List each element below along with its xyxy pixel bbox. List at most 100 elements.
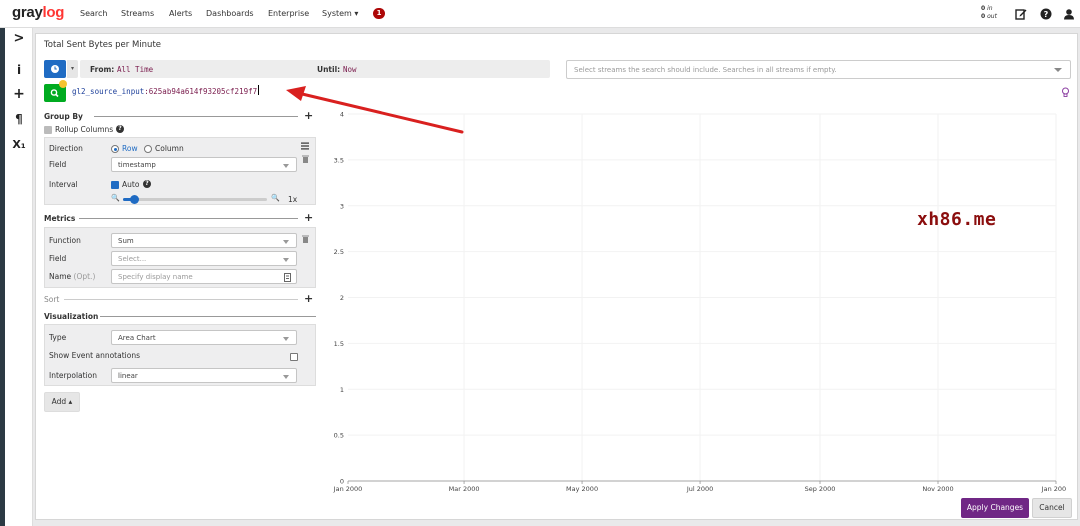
add-metric-button[interactable]: + [304, 212, 313, 223]
interpolation-value: linear [118, 372, 138, 380]
query-input[interactable]: gl2_source_input:625ab94a614f93205cf219f… [70, 82, 530, 98]
group-field-label: Field [49, 160, 67, 169]
y-tick-label: 1 [340, 386, 344, 394]
chevron-down-icon [283, 258, 289, 262]
paragraph-icon[interactable]: ¶ [5, 112, 33, 126]
metrics-heading: Metrics [44, 214, 76, 223]
throughput-out-unit: out [987, 13, 997, 20]
interval-auto-checkbox[interactable] [111, 181, 119, 189]
watermark-text: xh86.me [917, 209, 997, 230]
visualization-type-select[interactable]: Area Chart [111, 330, 297, 345]
y-tick-label: 2 [340, 294, 344, 302]
x-tick-label: Mar 2000 [449, 485, 480, 493]
until-label: Until: [317, 65, 341, 74]
input-icon [284, 273, 291, 282]
divider [94, 116, 298, 117]
divider [64, 299, 298, 300]
interpolation-select[interactable]: linear [111, 368, 297, 383]
widget-editor: Total Sent Bytes per Minute ▾ From: All … [35, 33, 1078, 520]
subscript-icon[interactable]: X₁ [5, 138, 33, 151]
from-value: All Time [117, 65, 154, 74]
x-tick-label: Nov 2000 [922, 485, 953, 493]
plus-icon[interactable]: + [5, 86, 33, 102]
time-range-display[interactable]: From: All Time Until: Now [80, 60, 550, 78]
add-group-by-button[interactable]: + [304, 110, 313, 121]
y-tick-label: 1.5 [334, 340, 344, 348]
nav-alerts[interactable]: Alerts [169, 9, 192, 18]
drag-handle-icon[interactable] [301, 142, 309, 150]
metric-field-placeholder: Select... [118, 255, 147, 263]
type-label: Type [49, 333, 67, 342]
chevron-down-icon [283, 375, 289, 379]
group-field-select[interactable]: timestamp [111, 157, 297, 172]
left-sidebar: > i + ¶ X₁ [5, 28, 33, 526]
apply-changes-button[interactable]: Apply Changes [961, 498, 1029, 518]
lightbulb-icon[interactable] [1061, 87, 1070, 98]
help-icon[interactable]: ? [143, 180, 151, 188]
throughput-in-unit: in [987, 5, 993, 12]
interval-slider-thumb[interactable] [130, 195, 140, 204]
query-key: gl2_source_input [72, 87, 145, 96]
x-tick-label: Sep 2000 [805, 485, 836, 493]
y-tick-label: 3 [340, 202, 344, 210]
nav-search[interactable]: Search [80, 9, 107, 18]
notification-badge[interactable]: 1 [373, 8, 385, 19]
from-label: From: [90, 65, 115, 74]
zoom-out-icon[interactable]: 🔍 [111, 194, 120, 202]
event-annotations-label: Show Event annotations [49, 351, 140, 360]
y-tick-label: 4 [340, 111, 344, 119]
chevron-down-icon [283, 337, 289, 341]
display-name-placeholder: Specify display name [118, 273, 193, 281]
text-cursor [258, 85, 260, 95]
chevron-down-icon [1054, 68, 1062, 72]
widget-title[interactable]: Total Sent Bytes per Minute [44, 40, 161, 50]
sort-heading: Sort [44, 295, 60, 304]
graylog-logo[interactable]: graylog [12, 4, 64, 21]
group-by-config: Direction Row Column Field timestamp Int… [44, 137, 316, 205]
query-text: gl2_source_input:625ab94a614f93205cf219f… [72, 85, 260, 96]
area-chart: 00.511.522.533.54Jan 2000 Mar 2000 May 200… [333, 111, 1066, 494]
throughput-indicator[interactable]: 0 in 0 out [981, 5, 997, 21]
add-visualization-button[interactable]: Add ▴ [44, 392, 80, 412]
visualization-config: Type Area Chart Show Event annotations I… [44, 324, 316, 386]
metrics-config: Function Sum Field Select... Name (Opt.)… [44, 227, 316, 288]
time-range-type-button[interactable] [44, 60, 66, 78]
dirty-state-dot [59, 80, 67, 88]
group-field-value: timestamp [118, 161, 156, 169]
function-select[interactable]: Sum [111, 233, 297, 248]
function-label: Function [49, 236, 81, 245]
y-tick-label: 2.5 [334, 248, 344, 256]
user-icon[interactable] [1063, 8, 1075, 20]
trash-icon[interactable] [302, 155, 309, 163]
info-icon[interactable]: i [5, 63, 33, 77]
metric-field-label: Field [49, 254, 67, 263]
nav-system-dropdown[interactable]: System ▾ [322, 9, 358, 18]
streams-select[interactable]: Select streams the search should include… [566, 60, 1071, 79]
nav-enterprise[interactable]: Enterprise [268, 9, 309, 18]
interval-label: Interval [49, 180, 78, 189]
event-annotations-checkbox[interactable] [290, 353, 298, 361]
chevron-right-icon[interactable]: > [5, 31, 33, 46]
cancel-button[interactable]: Cancel [1032, 498, 1072, 518]
nav-dashboards[interactable]: Dashboards [206, 9, 254, 18]
logo-main-text: gray [12, 4, 43, 21]
streams-placeholder: Select streams the search should include… [574, 66, 837, 74]
function-value: Sum [118, 237, 134, 245]
visualization-type-value: Area Chart [118, 334, 156, 342]
add-sort-button[interactable]: + [304, 293, 313, 304]
trash-icon[interactable] [302, 235, 309, 243]
metric-field-select[interactable]: Select... [111, 251, 297, 266]
nav-streams[interactable]: Streams [121, 9, 154, 18]
direction-column-radio[interactable] [144, 145, 152, 153]
interval-slider-track[interactable] [123, 195, 267, 204]
help-icon[interactable]: ? [116, 125, 124, 133]
edit-icon[interactable] [1015, 8, 1027, 20]
zoom-in-icon[interactable]: 🔍 [271, 194, 280, 202]
clock-icon [51, 65, 59, 73]
help-icon[interactable]: ? [1040, 8, 1052, 20]
direction-row-radio[interactable] [111, 145, 119, 153]
rollup-checkbox[interactable] [44, 126, 52, 134]
display-name-input[interactable]: Specify display name [111, 269, 297, 284]
name-label: Name (Opt.) [49, 272, 95, 281]
time-range-dropdown-toggle[interactable]: ▾ [67, 60, 78, 78]
